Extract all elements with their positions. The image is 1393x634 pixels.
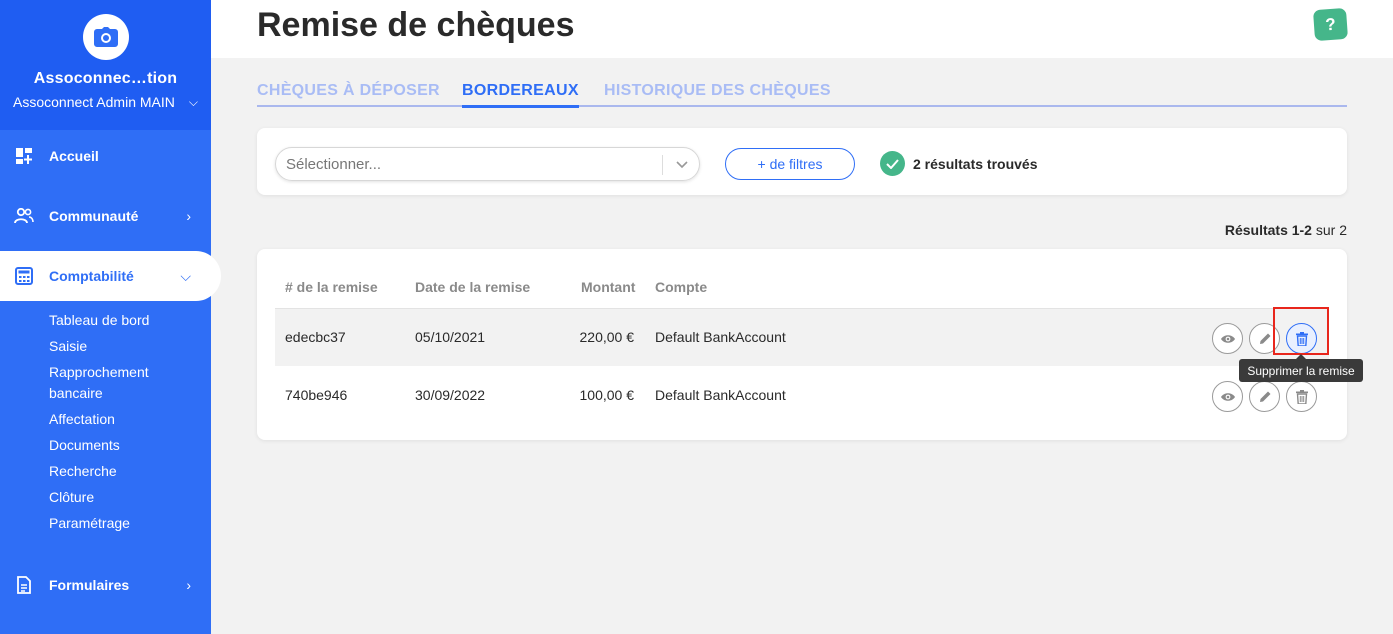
submenu-item[interactable]: Affectation <box>49 409 179 430</box>
nav-label-formulaires: Formulaires <box>49 577 130 593</box>
chevron-down-icon: ⌵ <box>180 267 191 284</box>
delete-highlight-box <box>1273 307 1329 355</box>
view-button[interactable] <box>1212 323 1243 354</box>
nav-label-accueil: Accueil <box>49 148 99 164</box>
tab-bar: CHÈQUES À DÉPOSER BORDEREAUX HISTORIQUE … <box>257 80 1347 108</box>
sidebar: Assoconnec…tion Assoconnect Admin MAIN ⌵… <box>0 0 221 634</box>
filter-select-placeholder: Sélectionner... <box>286 156 382 173</box>
calculator-icon <box>14 266 34 286</box>
results-range-rest: sur 2 <box>1311 222 1347 238</box>
nav-label-comptabilite: Comptabilité <box>49 268 134 284</box>
column-header-account[interactable]: Compte <box>655 279 707 295</box>
cell-account: Default BankAccount <box>655 329 786 345</box>
submenu-item[interactable]: Recherche <box>49 461 179 482</box>
trash-icon <box>1295 389 1308 404</box>
help-button[interactable]: ? <box>1312 7 1349 42</box>
pencil-icon <box>1259 391 1270 402</box>
cell-id: 740be946 <box>285 387 348 403</box>
chevron-right-icon: › <box>186 208 191 224</box>
users-icon <box>14 206 34 226</box>
chevron-right-icon: › <box>186 577 191 593</box>
camera-icon[interactable] <box>82 14 129 60</box>
results-status: 2 résultats trouvés <box>880 151 1038 176</box>
table-row[interactable]: 740be946 30/09/2022 100,00 € Default Ban… <box>275 367 1329 424</box>
table-row[interactable]: edecbc37 05/10/2021 220,00 € Default Ban… <box>275 309 1329 366</box>
nav-item-communaute[interactable]: Communauté › <box>0 191 211 241</box>
chevron-down-icon: ⌵ <box>188 94 198 109</box>
view-button[interactable] <box>1212 381 1243 412</box>
edit-button[interactable] <box>1249 381 1280 412</box>
pencil-icon <box>1259 333 1270 344</box>
page-header: Remise de chèques ? <box>211 0 1393 58</box>
column-header-id[interactable]: # de la remise <box>285 279 378 295</box>
check-icon <box>880 151 905 176</box>
eye-icon <box>1220 334 1235 343</box>
results-count: 2 résultats trouvés <box>913 155 1038 172</box>
org-name: Assoconnec…tion <box>33 70 178 87</box>
tab-bordereaux[interactable]: BORDEREAUX <box>462 82 579 108</box>
document-icon <box>14 575 34 595</box>
comptabilite-submenu: Tableau de bord Saisie Rapprochement ban… <box>49 310 179 539</box>
results-range: Résultats 1-2 sur 2 <box>1225 222 1347 238</box>
column-header-date[interactable]: Date de la remise <box>415 279 530 295</box>
page-title: Remise de chèques <box>257 6 575 44</box>
cell-id: edecbc37 <box>285 329 346 345</box>
results-range-bold: Résultats 1-2 <box>1224 222 1312 238</box>
more-filters-button[interactable]: + de filtres <box>725 148 855 180</box>
table-card: # de la remise Date de la remise Montant… <box>257 249 1347 440</box>
nav-item-accueil[interactable]: Accueil <box>0 131 99 181</box>
nav-label-communaute: Communauté <box>49 208 139 224</box>
tab-historique-des-cheques[interactable]: HISTORIQUE DES CHÈQUES <box>604 82 831 100</box>
tab-cheques-a-deposer[interactable]: CHÈQUES À DÉPOSER <box>257 82 440 100</box>
delete-tooltip: Supprimer la remise <box>1239 354 1363 382</box>
cell-date: 30/09/2022 <box>415 387 486 403</box>
table-header: # de la remise Date de la remise Montant… <box>275 269 1329 309</box>
delete-button[interactable] <box>1286 381 1317 412</box>
dashboard-icon <box>14 146 34 166</box>
select-separator <box>662 155 663 175</box>
org-switcher[interactable]: Assoconnect Admin MAIN ⌵ <box>0 94 211 110</box>
cell-amount: 100,00 € <box>579 387 635 403</box>
org-header[interactable]: Assoconnec…tion Assoconnect Admin MAIN ⌵ <box>0 0 211 130</box>
submenu-item[interactable]: Saisie <box>49 336 179 357</box>
nav-item-comptabilite[interactable]: Comptabilité ⌵ <box>0 251 221 301</box>
nav-item-formulaires[interactable]: Formulaires › <box>0 560 211 610</box>
submenu-item[interactable]: Rapprochement bancaire <box>49 362 179 404</box>
cell-account: Default BankAccount <box>655 387 786 403</box>
column-header-amount[interactable]: Montant <box>581 279 635 295</box>
org-subtitle: Assoconnect Admin MAIN <box>13 94 175 110</box>
chevron-down-icon[interactable] <box>675 157 689 176</box>
submenu-item[interactable]: Tableau de bord <box>49 310 179 331</box>
eye-icon <box>1220 392 1235 401</box>
filter-card: Sélectionner... + de filtres 2 résultats… <box>257 128 1347 195</box>
cell-amount: 220,00 € <box>579 329 635 345</box>
row-actions <box>1212 381 1317 412</box>
filter-select[interactable]: Sélectionner... <box>275 147 700 181</box>
submenu-item[interactable]: Paramétrage <box>49 513 179 534</box>
submenu-item[interactable]: Documents <box>49 435 179 456</box>
submenu-item[interactable]: Clôture <box>49 487 179 508</box>
cell-date: 05/10/2021 <box>415 329 486 345</box>
